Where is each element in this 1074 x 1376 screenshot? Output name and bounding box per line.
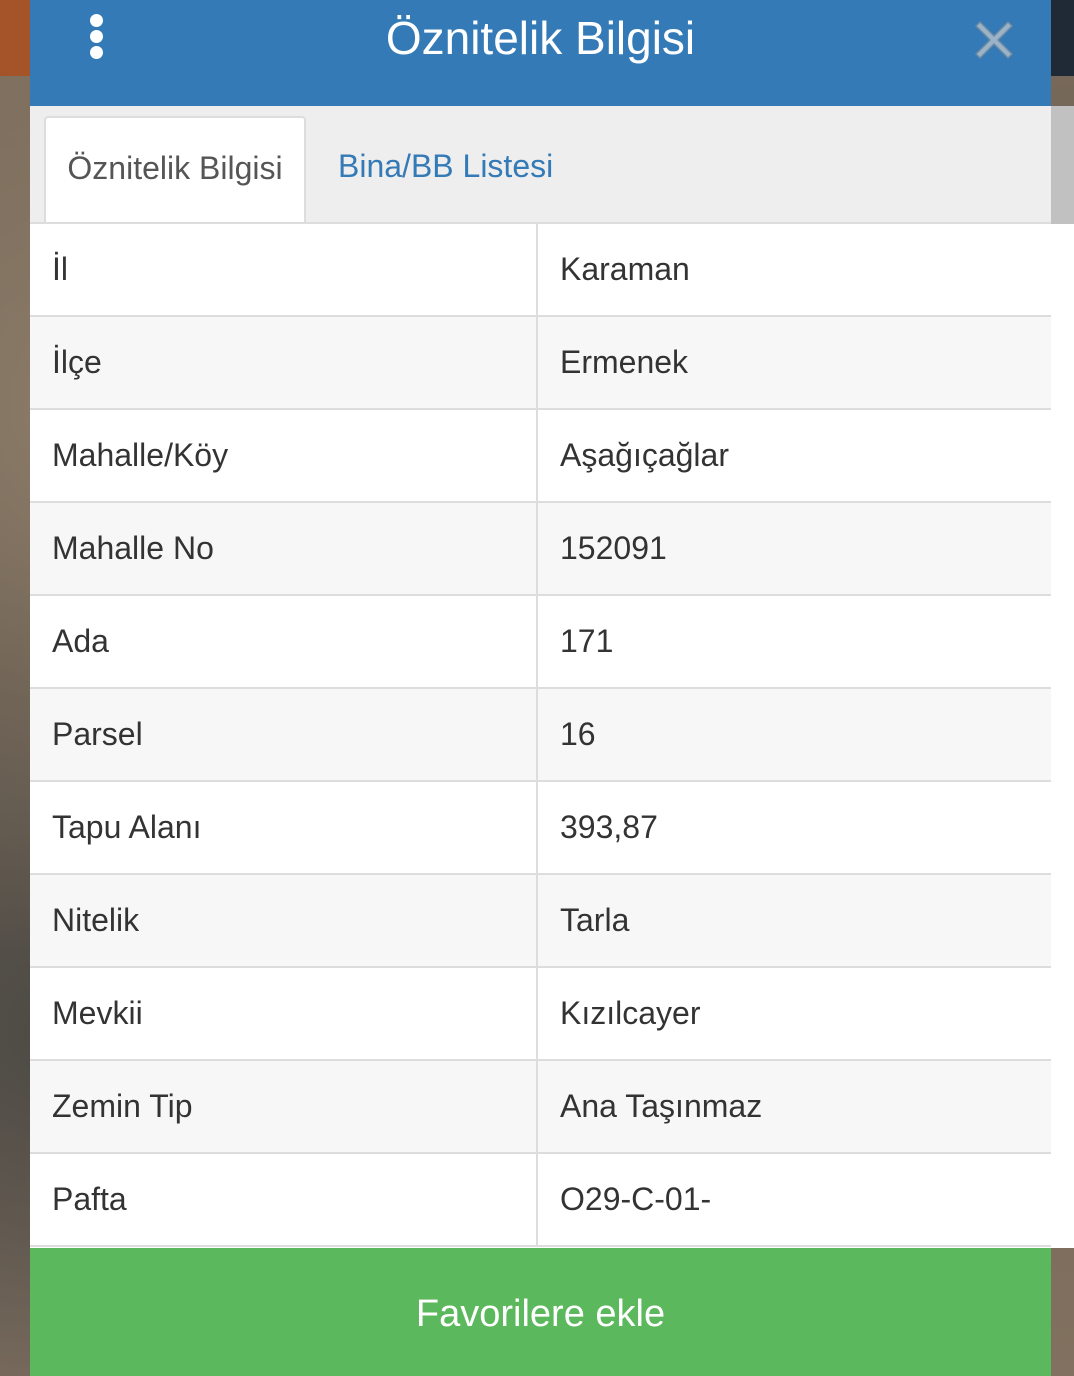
attribute-value: 393,87 (536, 780, 1051, 875)
attribute-table: İl Karaman İlçe Ermenek Mahalle/Köy Aşağ… (30, 222, 1051, 1247)
tab-attribute-info[interactable]: Öznitelik Bilgisi (44, 116, 306, 222)
attribute-key: Mahalle/Köy (30, 408, 538, 503)
attribute-key: Parsel (30, 687, 538, 782)
modal-title: Öznitelik Bilgisi (385, 12, 696, 64)
attribute-key: İl (30, 222, 538, 317)
add-to-favorites-button[interactable]: Favorilere ekle (30, 1248, 1051, 1376)
table-row: Mahalle No 152091 (30, 501, 1051, 596)
table-row: Parsel 16 (30, 687, 1051, 782)
attribute-info-modal: Öznitelik Bilgisi Öznitelik Bilgisi Bina… (30, 0, 1051, 1376)
attribute-value: Ermenek (536, 315, 1051, 410)
attribute-value: 171 (536, 594, 1051, 689)
close-icon[interactable] (972, 18, 1016, 62)
table-row: Mahalle/Köy Aşağıçağlar (30, 408, 1051, 503)
table-row: Ada 171 (30, 594, 1051, 689)
attribute-key: Mahalle No (30, 501, 538, 596)
table-row: Zemin Tip Ana Taşınmaz (30, 1059, 1051, 1154)
attribute-value: Kızılcayer (536, 966, 1051, 1061)
attribute-value: Karaman (536, 222, 1051, 317)
attribute-key: Pafta (30, 1152, 538, 1247)
attribute-value: O29-C-01- (536, 1152, 1051, 1247)
modal-header: Öznitelik Bilgisi (30, 0, 1051, 106)
table-row: Mevkii Kızılcayer (30, 966, 1051, 1061)
attribute-key: İlçe (30, 315, 538, 410)
attribute-key: Zemin Tip (30, 1059, 538, 1154)
attribute-value: Aşağıçağlar (536, 408, 1051, 503)
attribute-key: Nitelik (30, 873, 538, 968)
scrollbar-thumb[interactable] (1051, 106, 1074, 224)
table-row: Nitelik Tarla (30, 873, 1051, 968)
attribute-value: 16 (536, 687, 1051, 782)
table-row: Pafta O29-C-01- (30, 1152, 1051, 1247)
map-edge-right (1051, 0, 1074, 76)
attribute-value: Tarla (536, 873, 1051, 968)
attribute-key: Ada (30, 594, 538, 689)
tab-bar: Öznitelik Bilgisi Bina/BB Listesi (30, 106, 1051, 222)
table-row: İlçe Ermenek (30, 315, 1051, 410)
attribute-key: Tapu Alanı (30, 780, 538, 875)
attribute-value: 152091 (536, 501, 1051, 596)
tab-building-list[interactable]: Bina/BB Listesi (338, 116, 553, 220)
table-row: İl Karaman (30, 222, 1051, 317)
attribute-key: Mevkii (30, 966, 538, 1061)
table-row: Tapu Alanı 393,87 (30, 780, 1051, 875)
map-edge-left (0, 0, 30, 76)
scrollbar[interactable] (1051, 106, 1074, 1248)
attribute-value: Ana Taşınmaz (536, 1059, 1051, 1154)
